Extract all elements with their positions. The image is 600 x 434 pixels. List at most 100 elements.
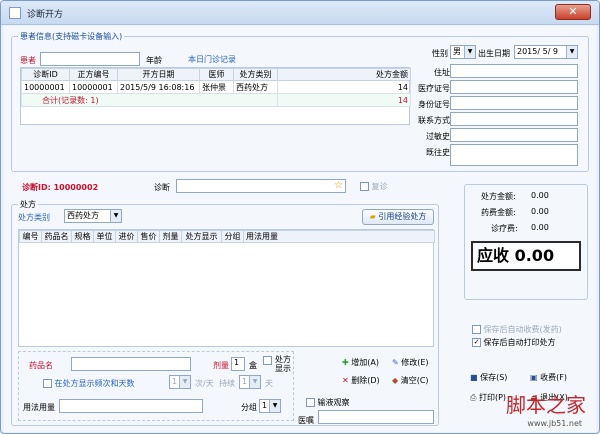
col-dose[interactable]: 剂量: [159, 230, 182, 243]
recheck-box[interactable]: [360, 182, 369, 191]
quote-template-label: 引用经验处方: [378, 212, 427, 221]
cell-diag-id: 10000001: [21, 80, 70, 94]
freq-label: 在处方显示频次和天数: [54, 379, 135, 388]
print-button[interactable]: ⎙ 打印(P): [470, 392, 506, 403]
today-records-link[interactable]: 本日门诊记录: [188, 54, 236, 65]
insurance-input[interactable]: [450, 80, 578, 94]
delete-icon: ✕: [342, 376, 349, 385]
freq-select[interactable]: 1 ▼: [169, 375, 191, 389]
col-usage[interactable]: 用法用量: [243, 230, 435, 243]
cell-rx-type: 西药处方: [233, 80, 278, 94]
delete-label: 删除(D): [351, 376, 380, 385]
prescription-table-header: 编号 药品名 规格 单位 进价 售价 剂量 处方显示 分组 用法用量: [19, 230, 435, 243]
infusion-checkbox[interactable]: 输液观察: [306, 397, 350, 408]
drug-name-input[interactable]: [71, 357, 191, 371]
save-button[interactable]: ■ 保存(S): [470, 372, 507, 383]
clear-label: 清空(C): [400, 376, 429, 385]
col-date[interactable]: 开方日期: [117, 68, 200, 81]
star-icon[interactable]: ☆: [334, 180, 343, 191]
close-button[interactable]: ✕: [555, 4, 591, 20]
dose-value: 1: [234, 358, 240, 367]
patient-name-input[interactable]: [40, 52, 140, 66]
receivable-box: 应收 0.00: [471, 241, 581, 271]
edit-label: 修改(E): [401, 358, 429, 367]
show-in-rx-checkbox[interactable]: [263, 356, 272, 365]
auto-charge-label: 保存后自动收费(发药): [483, 325, 562, 334]
dob-picker[interactable]: 2015/ 5/ 9 ▼: [514, 45, 578, 59]
app-icon: [9, 7, 21, 19]
table-row[interactable]: 10000001 10000001 2015/5/9 16:08:16 张仲景 …: [21, 80, 411, 94]
quote-template-button[interactable]: ▰ 引用经验处方: [362, 209, 434, 225]
dob-label: 出生日期: [478, 49, 510, 58]
age-label: 年龄: [146, 56, 162, 65]
show-in-rx-box[interactable]: [263, 356, 272, 365]
eraser-icon: ◆: [392, 376, 399, 385]
auto-charge-box[interactable]: [472, 325, 481, 334]
infusion-label: 输液观察: [317, 398, 350, 407]
delete-button[interactable]: ✕ 删除(D): [342, 375, 380, 386]
allergy-input[interactable]: [450, 128, 578, 142]
main-window: 诊断开方 ✕ 患者信息(支持磁卡设备输入) 患者 年龄 本日门诊记录 诊断ID …: [0, 0, 600, 434]
freq-box[interactable]: [43, 379, 52, 388]
col-group[interactable]: 分组: [221, 230, 244, 243]
receivable-value: 0.00: [514, 246, 555, 265]
content-area: 患者信息(支持磁卡设备输入) 患者 年龄 本日门诊记录 诊断ID 正方编号 开方…: [4, 26, 596, 432]
sex-select[interactable]: 男 ▼: [450, 45, 476, 59]
advice-input[interactable]: [318, 410, 434, 424]
cell-date: 2015/5/9 16:08:16: [117, 80, 200, 94]
col-rx-amount[interactable]: 处方金额: [277, 68, 411, 81]
history-input[interactable]: [450, 144, 578, 166]
col-spec[interactable]: 规格: [71, 230, 94, 243]
idcard-label: 身份证号: [418, 100, 450, 109]
cell-doctor: 张仲景: [199, 80, 234, 94]
rx-type-select[interactable]: 西药处方 ▼: [64, 209, 122, 223]
print-label: 打印(P): [478, 393, 507, 402]
duration-select[interactable]: 1 ▼: [239, 375, 261, 389]
col-cost[interactable]: 进价: [115, 230, 138, 243]
dose-input[interactable]: 1: [231, 357, 245, 371]
dose-unit: 盒: [249, 361, 257, 370]
auto-print-checkbox[interactable]: ✓ 保存后自动打印处方: [472, 337, 556, 348]
rx-type-value: 西药处方: [67, 211, 99, 220]
auto-print-box[interactable]: ✓: [472, 338, 481, 347]
group-select[interactable]: 1 ▼: [259, 399, 281, 413]
diagnosis-input[interactable]: ☆: [176, 179, 346, 193]
watermark-logo: 脚本之家: [506, 393, 586, 417]
col-doctor[interactable]: 医师: [199, 68, 234, 81]
contact-input[interactable]: [450, 112, 578, 126]
usage-input[interactable]: [59, 399, 203, 413]
visit-table: 诊断ID 正方编号 开方日期 医师 处方类别 处方金额 10000001 100…: [20, 67, 411, 125]
add-button[interactable]: ✚ 增加(A): [342, 357, 379, 368]
col-rx-type[interactable]: 处方类别: [233, 68, 278, 81]
rx-type-label: 处方类别: [18, 213, 50, 222]
summary-panel: 处方金额: 0.00 药费金额: 0.00 诊疗费: 0.00 应收 0.00: [464, 184, 588, 300]
col-display[interactable]: 处方显示: [181, 230, 222, 243]
rx-amount-label: 处方金额:: [481, 192, 516, 201]
age-input[interactable]: [166, 52, 180, 66]
auto-charge-checkbox[interactable]: 保存后自动收费(发药): [472, 324, 562, 335]
infusion-box[interactable]: [306, 398, 315, 407]
advice-label: 医嘱: [298, 416, 314, 425]
edit-button[interactable]: ✎ 修改(E): [392, 357, 429, 368]
show-in-rx-label: 处方显示: [275, 355, 291, 373]
drug-amount-value: 0.00: [531, 207, 549, 216]
freq-checkbox[interactable]: 在处方显示频次和天数: [43, 378, 135, 389]
freq-value: 1: [172, 377, 178, 386]
idcard-input[interactable]: [450, 96, 578, 110]
col-diag-id[interactable]: 诊断ID: [21, 68, 70, 81]
col-price[interactable]: 售价: [137, 230, 160, 243]
col-drug-name[interactable]: 药品名: [41, 230, 72, 243]
chevron-down-icon: ▼: [179, 376, 190, 388]
clear-button[interactable]: ◆ 清空(C): [392, 375, 429, 386]
footer-total: 14: [277, 93, 411, 107]
contact-label: 联系方式: [418, 116, 450, 125]
recheck-checkbox[interactable]: 复诊: [360, 181, 388, 192]
col-rx-no[interactable]: 正方编号: [69, 68, 118, 81]
address-input[interactable]: [450, 64, 578, 78]
col-code[interactable]: 编号: [19, 230, 42, 243]
charge-button[interactable]: ▣ 收费(F): [530, 372, 567, 383]
col-unit[interactable]: 单位: [93, 230, 116, 243]
chevron-down-icon: ▼: [269, 400, 280, 412]
prescription-table: 编号 药品名 规格 单位 进价 售价 剂量 处方显示 分组 用法用量: [18, 229, 435, 347]
chevron-down-icon: ▼: [464, 46, 475, 58]
